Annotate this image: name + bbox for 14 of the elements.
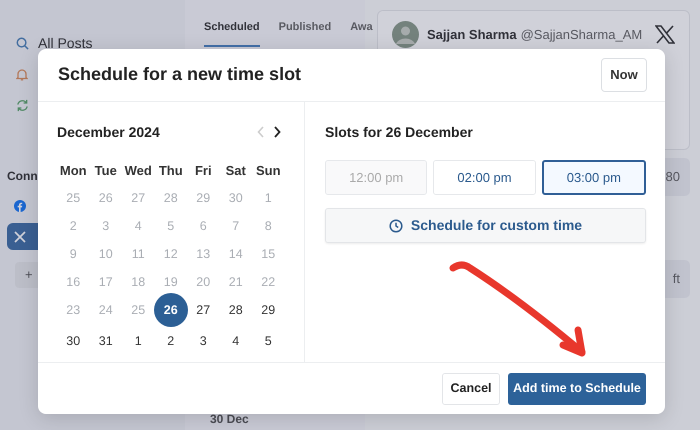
- month-heading: December 2024: [57, 123, 160, 142]
- weekday-label: Fri: [194, 162, 213, 180]
- slots-heading: Slots for 26 December: [325, 123, 474, 142]
- author-handle: @SajjanSharma_AM: [520, 26, 642, 44]
- weekday-label: Thu: [158, 162, 184, 180]
- weekday-label: Mon: [58, 162, 88, 180]
- weekday-label: Sat: [224, 162, 247, 180]
- author-name: Sajjan Sharma: [427, 26, 517, 44]
- weekday-label: Sun: [254, 162, 282, 180]
- section-title: Conn: [7, 168, 38, 185]
- weekday-label: Wed: [124, 162, 153, 180]
- weekday-label: Tue: [94, 162, 118, 180]
- date-heading: 30 Dec: [210, 411, 249, 428]
- modal-title: Schedule for a new time slot: [58, 64, 302, 86]
